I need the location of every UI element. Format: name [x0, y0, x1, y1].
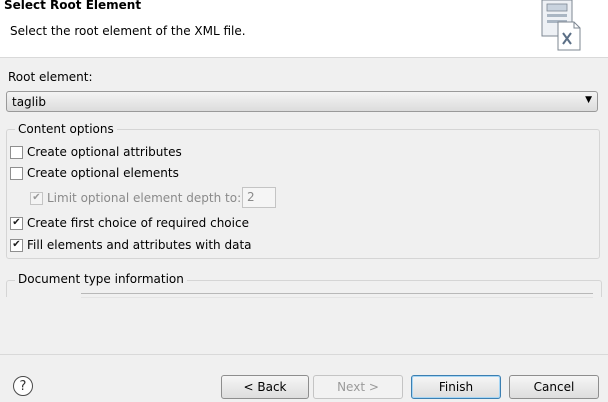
- option-label: Create first choice of required choice: [27, 216, 249, 230]
- root-element-select[interactable]: taglib ▼: [6, 91, 598, 112]
- option-label: Create optional attributes: [27, 145, 182, 159]
- page-title: Select Root Element: [4, 0, 142, 12]
- button-bar-separator: [0, 354, 608, 355]
- checkbox-box[interactable]: [10, 145, 23, 159]
- back-button[interactable]: < Back: [221, 375, 309, 399]
- document-type-title: Document type information: [15, 272, 187, 286]
- fill-with-data-checkbox[interactable]: Fill elements and attributes with data: [10, 236, 252, 254]
- create-optional-elements-checkbox[interactable]: Create optional elements: [10, 164, 179, 182]
- checkbox-box[interactable]: [10, 166, 23, 180]
- document-type-scrollbar[interactable]: [81, 293, 593, 298]
- create-first-choice-checkbox[interactable]: Create first choice of required choice: [10, 214, 249, 232]
- option-label: Create optional elements: [27, 166, 179, 180]
- cancel-button[interactable]: Cancel: [509, 375, 599, 399]
- root-element-value: taglib: [12, 95, 46, 109]
- chevron-down-icon[interactable]: ▼: [585, 95, 592, 105]
- root-element-label: Root element:: [8, 70, 93, 84]
- wizard-header: Select Root Element Select the root elem…: [0, 0, 608, 58]
- next-button[interactable]: Next >: [313, 375, 403, 399]
- content-options-title: Content options: [15, 122, 117, 136]
- option-label: Limit optional element depth to:: [47, 191, 242, 205]
- checkbox-box[interactable]: [10, 238, 23, 252]
- page-description: Select the root element of the XML file.: [10, 24, 246, 38]
- help-icon[interactable]: ?: [13, 376, 33, 396]
- depth-input: 2: [242, 187, 276, 208]
- checkbox-box: [30, 191, 43, 205]
- finish-button[interactable]: Finish: [411, 375, 501, 399]
- document-type-group: Document type information: [6, 272, 602, 298]
- checkbox-box[interactable]: [10, 216, 23, 230]
- create-optional-attributes-checkbox[interactable]: Create optional attributes: [10, 143, 182, 161]
- limit-depth-checkbox: Limit optional element depth to:: [30, 189, 241, 207]
- xml-file-icon: [541, 0, 581, 51]
- option-label: Fill elements and attributes with data: [27, 238, 252, 252]
